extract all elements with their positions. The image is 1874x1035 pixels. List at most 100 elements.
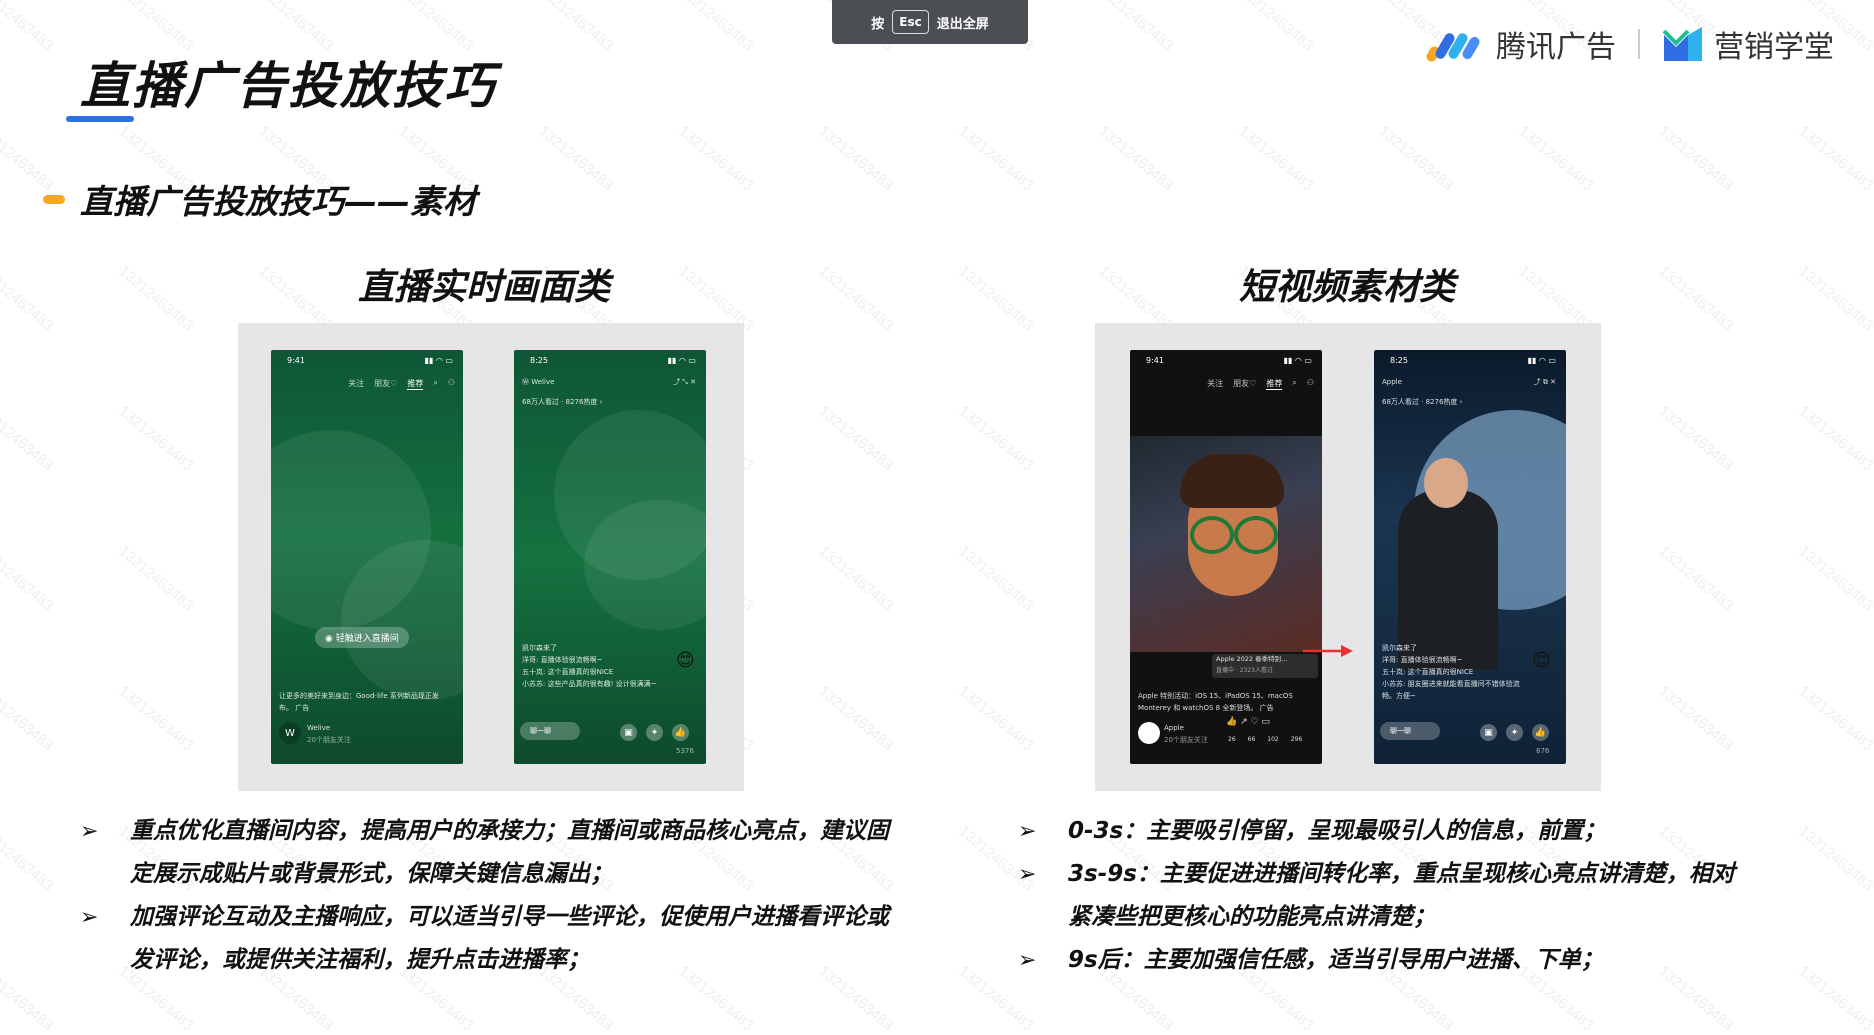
watermark-text: 13212463483 — [815, 262, 897, 335]
arrow-bullet-icon: ➢ — [80, 819, 99, 844]
left-bullet-list: ➢ 重点优化直播间内容，提高用户的承接力；直播间或商品核心亮点，建议固定展示成贴片… — [80, 810, 890, 982]
arrow-bullet-icon: ➢ — [1018, 819, 1037, 844]
brand-logos: 腾讯广告 营销学堂 — [1426, 22, 1834, 66]
avatar[interactable]: W — [279, 722, 301, 744]
enter-live-button[interactable]: ◉ 轻触进入直播间 — [315, 627, 409, 648]
watermark-text: 13212463483 — [815, 682, 897, 755]
close-icon[interactable]: ⤴ ⤡ ✕ — [673, 376, 696, 388]
profile-icon[interactable]: ⚇ — [1307, 378, 1314, 390]
watermark-text: 13212463483 — [535, 0, 617, 55]
live-card-title: Apple 2022 春季特别... — [1216, 655, 1288, 663]
emoji-reaction: 😊 — [676, 650, 695, 671]
profile-icon[interactable]: ⚇ — [448, 378, 455, 390]
status-bar: 8:25 ▮▮ ◠ ▭ — [530, 356, 696, 365]
watermark-text: 13212463483 — [1795, 962, 1874, 1035]
watermark-text: 13212463483 — [0, 0, 57, 55]
nav-follow[interactable]: 关注 — [348, 378, 364, 390]
esc-action-label: 退出全屏 — [936, 16, 989, 32]
nav-friends[interactable]: 朋友♡ — [1233, 378, 1256, 390]
video-memoji-frame — [1130, 436, 1322, 652]
esc-key: Esc — [892, 10, 929, 34]
cart-icon[interactable]: ▣ — [620, 724, 637, 741]
watermark-text: 13212463483 — [0, 262, 57, 335]
nav-follow[interactable]: 关注 — [1207, 378, 1223, 390]
search-icon[interactable]: ⌕ — [1292, 378, 1296, 390]
gift-icon[interactable]: ✦ — [646, 724, 663, 741]
like-count: 5376 — [676, 747, 694, 755]
watermark-text: 13212463483 — [1095, 122, 1177, 195]
action-icons[interactable]: 👍 ↗ ♡ ▭ — [1226, 716, 1270, 728]
memoji-glasses — [1234, 516, 1278, 554]
watermark-text: 13212463483 — [955, 542, 1037, 615]
comment-item: 小苏苏: 朋友圈进来就能看直播间不错体验流畅。方便~ — [1382, 680, 1520, 700]
watermark-text: 13212463483 — [955, 122, 1037, 195]
arrow-right-icon — [1303, 645, 1353, 657]
status-bar: 9:41 ▮▮ ◠ ▭ — [287, 356, 453, 365]
cart-icon[interactable]: ▣ — [1480, 724, 1497, 741]
watermark-text: 13212463483 — [1795, 122, 1874, 195]
tencent-ads-text: 腾讯广告 — [1496, 30, 1616, 65]
chat-input[interactable]: 聊一聊 — [520, 722, 580, 740]
watermark-text: 13212463483 — [815, 122, 897, 195]
viewer-count: 68万人看过 · 8276热度 › — [1382, 398, 1463, 406]
comment-item: 五十岚: 这个直播真的很NICE — [522, 668, 614, 676]
watermark-text: 13212463483 — [1795, 682, 1874, 755]
avatar[interactable] — [1138, 722, 1160, 744]
watermark-text: 13212463483 — [535, 122, 617, 195]
arrow-bullet-icon: ➢ — [80, 905, 99, 930]
comment-item: 小苏苏: 这些产品真的很有趣! 设计很满满~ — [522, 680, 657, 688]
presenter-head — [1424, 458, 1468, 508]
watermark-text: 13212463483 — [0, 822, 57, 895]
watermark-text: 13212463483 — [1375, 122, 1457, 195]
nav-friends[interactable]: 朋友♡ — [374, 378, 397, 390]
watermark-text: 13212463483 — [1515, 122, 1597, 195]
live-screen-panel: 9:41 ▮▮ ◠ ▭ 关注 朋友♡ 推荐 ⌕ ⚇ ◉ 轻触进入直播间 让更多的美… — [238, 323, 744, 791]
comment-item: 凯尔森来了 — [522, 644, 557, 652]
short-video-panel: 9:41 ▮▮ ◠ ▭ 关注 朋友♡ 推荐 ⌕ ⚇ Apple 2022 春季特别… — [1095, 323, 1601, 791]
watermark-text: 13212463483 — [815, 542, 897, 615]
watermark-text: 13212463483 — [0, 682, 57, 755]
phone-apple-live-room: 8:25 ▮▮ ◠ ▭ Apple ⤴ ⧉ ✕ 68万人看过 · 8276热度 ›… — [1374, 350, 1566, 764]
close-icon[interactable]: ⤴ ⧉ ✕ — [1534, 376, 1556, 388]
live-card-sub: 直播中 · 2323人看过 — [1216, 667, 1273, 674]
exit-fullscreen-hint[interactable]: 按 Esc 退出全屏 — [832, 0, 1028, 44]
watermark-text: 13212463483 — [115, 402, 197, 475]
watermark-text: 13212463483 — [1655, 402, 1737, 475]
account-name: Apple — [1164, 724, 1184, 732]
watermark-text: 13212463483 — [0, 122, 57, 195]
watermark-text: 13212463483 — [0, 962, 57, 1035]
viewer-count: 68万人看过 · 8276热度 › — [522, 398, 603, 406]
watermark-text: 13212463483 — [1655, 122, 1737, 195]
ad-tag: 广告 — [1259, 704, 1274, 712]
watermark-text: 13212463483 — [1795, 542, 1874, 615]
phone-live-room: 8:25 ▮▮ ◠ ▭ Ⓦ Welive ⤴ ⤡ ✕ 68万人看过 · 8276热… — [514, 350, 706, 764]
live-account: Apple — [1382, 378, 1402, 386]
gift-icon[interactable]: ✦ — [1506, 724, 1523, 741]
watermark-text: 13212463483 — [1795, 262, 1874, 335]
arrow-bullet-icon: ➢ — [1018, 862, 1037, 887]
nav-recommend[interactable]: 推荐 — [1266, 378, 1283, 390]
phone-feed-live: 9:41 ▮▮ ◠ ▭ 关注 朋友♡ 推荐 ⌕ ⚇ ◉ 轻触进入直播间 让更多的美… — [271, 350, 463, 764]
watermark-text: 13212463483 — [1655, 682, 1737, 755]
watermark-text: 13212463483 — [115, 682, 197, 755]
like-icon[interactable]: 👍 — [1532, 724, 1549, 741]
comment-item: 洋哥: 直播体验很流畅啊~ — [522, 656, 603, 664]
chat-input[interactable]: 聊一聊 — [1380, 722, 1440, 740]
tencent-ads-icon — [1426, 33, 1480, 62]
search-icon[interactable]: ⌕ — [433, 378, 437, 390]
list-item: ➢ 9s后：主要加强信任感，适当引导用户进播、下单； — [1018, 939, 1748, 982]
memoji-glasses — [1190, 516, 1234, 554]
list-item: ➢ 3s-9s：主要促进进播间转化率，重点呈现核心亮点讲清楚，相对紧凑些把更核心的… — [1018, 853, 1748, 939]
section-marker — [43, 195, 65, 204]
nav-recommend[interactable]: 推荐 — [407, 378, 424, 390]
comment-item: 凯尔森来了 — [1382, 644, 1417, 652]
like-icon[interactable]: 👍 — [672, 724, 689, 741]
watermark-text: 13212463483 — [0, 542, 57, 615]
tencent-ads-logo: 腾讯广告 — [1426, 22, 1616, 66]
watermark-text: 13212463483 — [1655, 262, 1737, 335]
comment-list: 凯尔森来了 洋哥: 直播体验很流畅啊~ 五十岚: 这个直播真的很NICE 小苏苏: 朋… — [1382, 642, 1522, 702]
watermark-text: 13212463483 — [815, 402, 897, 475]
watermark-text: 13212463483 — [1795, 402, 1874, 475]
ad-tag: 广告 — [295, 704, 310, 712]
section-title: 直播广告投放技巧——素材 — [80, 182, 476, 221]
